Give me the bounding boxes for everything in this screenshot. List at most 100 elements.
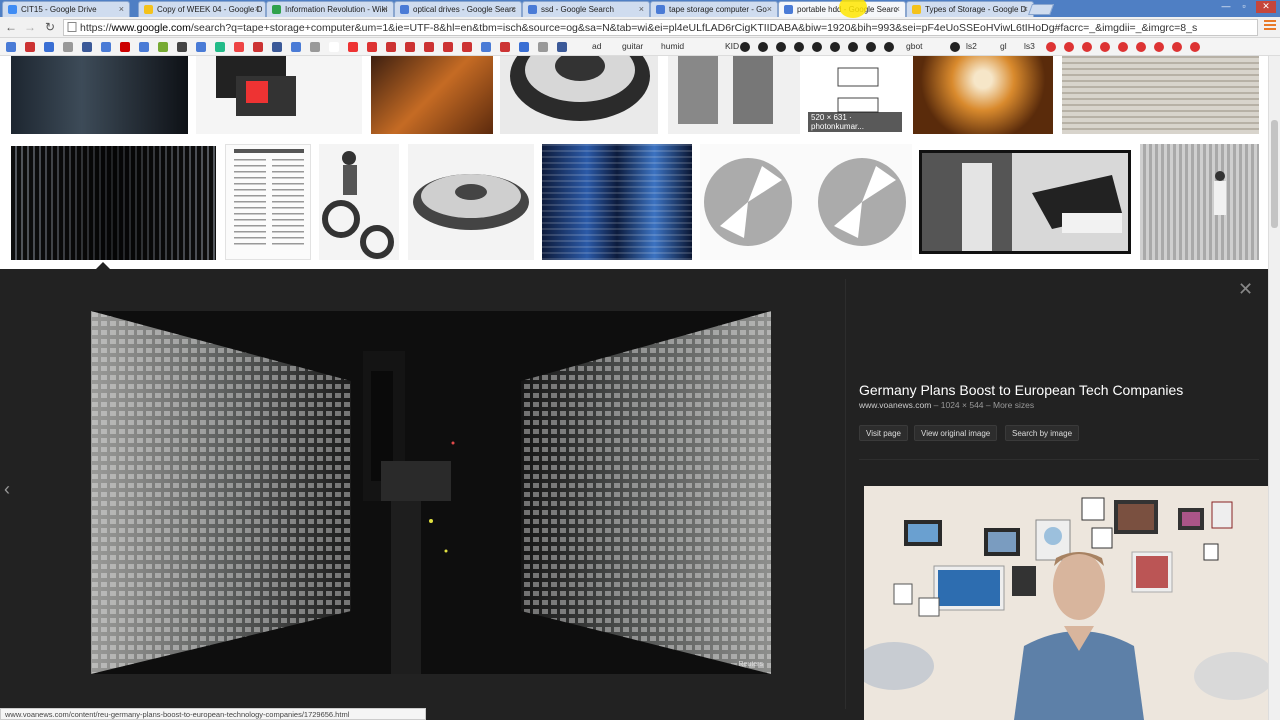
url-text[interactable]: https://www.google.com/search?q=tape+sto…: [80, 22, 1240, 34]
bookmark-favicon-icon[interactable]: [405, 42, 415, 52]
result-thumbnail[interactable]: [11, 56, 188, 134]
bookmark-favicon-icon[interactable]: [272, 42, 282, 52]
bookmark-favicon-icon[interactable]: [812, 42, 822, 52]
result-thumbnail[interactable]: [542, 144, 692, 260]
bookmark-favicon-icon[interactable]: [1136, 42, 1146, 52]
bookmark-favicon-icon[interactable]: [848, 42, 858, 52]
bookmark-favicon-icon[interactable]: [866, 42, 876, 52]
result-thumbnail[interactable]: [371, 56, 493, 134]
new-tab-button[interactable]: [1027, 4, 1055, 15]
preview-site[interactable]: www.voanews.com: [859, 400, 931, 410]
chevron-left-icon[interactable]: ‹: [4, 479, 10, 500]
scrollbar-thumb[interactable]: [1271, 120, 1278, 228]
menu-icon[interactable]: [1264, 20, 1276, 32]
back-arrow-icon[interactable]: ←: [3, 20, 19, 34]
bookmark-favicon-icon[interactable]: [386, 42, 396, 52]
tab-close-icon[interactable]: ×: [511, 4, 516, 14]
bookmark-favicon-icon[interactable]: [538, 42, 548, 52]
preview-title[interactable]: Germany Plans Boost to European Tech Com…: [859, 382, 1183, 398]
bookmark-favicon-icon[interactable]: [196, 42, 206, 52]
tab-close-icon[interactable]: ×: [255, 4, 260, 14]
bookmark-favicon-icon[interactable]: [776, 42, 786, 52]
bookmark-favicon-icon[interactable]: [740, 42, 750, 52]
bookmark-favicon-icon[interactable]: [6, 42, 16, 52]
bookmark-favicon-icon[interactable]: [291, 42, 301, 52]
bookmark-favicon-icon[interactable]: [139, 42, 149, 52]
result-thumbnail[interactable]: 520 × 631 · photonkumar...: [808, 56, 904, 134]
bookmark-favicon-icon[interactable]: [44, 42, 54, 52]
bookmark-favicon-icon[interactable]: [557, 42, 567, 52]
browser-tab[interactable]: tape storage computer - Go ×: [650, 1, 778, 17]
bookmark-favicon-icon[interactable]: [500, 42, 510, 52]
maximize-icon[interactable]: ▫: [1236, 1, 1252, 13]
search-by-image-button[interactable]: Search by image: [1005, 425, 1080, 441]
bookmark-gbot[interactable]: gbot: [906, 41, 923, 51]
bookmark-favicon-icon[interactable]: [794, 42, 804, 52]
bookmark-favicon-icon[interactable]: [177, 42, 187, 52]
tab-close-icon[interactable]: ×: [767, 4, 772, 14]
bookmark-favicon-icon[interactable]: [758, 42, 768, 52]
bookmark-favicon-icon[interactable]: [1154, 42, 1164, 52]
bookmark-favicon-icon[interactable]: [884, 42, 894, 52]
bookmark-favicon-icon[interactable]: [63, 42, 73, 52]
bookmark-favicon-icon[interactable]: [348, 42, 358, 52]
result-thumbnail[interactable]: [668, 56, 800, 134]
result-thumbnail[interactable]: [408, 144, 534, 260]
bookmark-favicon-icon[interactable]: [120, 42, 130, 52]
preview-image[interactable]: Reuters: [91, 311, 771, 674]
bookmark-favicon-icon[interactable]: [215, 42, 225, 52]
result-thumbnail[interactable]: [919, 150, 1131, 254]
bookmark-favicon-icon[interactable]: [519, 42, 529, 52]
tab-close-icon[interactable]: ×: [1023, 4, 1028, 14]
bookmark-gl[interactable]: gl: [1000, 41, 1007, 51]
bookmark-ls3[interactable]: ls3: [1024, 41, 1035, 51]
result-thumbnail[interactable]: [1140, 144, 1259, 260]
bookmark-guitar[interactable]: guitar: [622, 41, 643, 51]
bookmark-favicon-icon[interactable]: [1082, 42, 1092, 52]
bookmark-favicon-icon[interactable]: [310, 42, 320, 52]
bookmark-favicon-icon[interactable]: [82, 42, 92, 52]
result-thumbnail[interactable]: [319, 144, 399, 260]
bookmark-ad[interactable]: ad: [592, 41, 601, 51]
result-thumbnail[interactable]: [913, 56, 1053, 134]
visit-page-button[interactable]: Visit page: [859, 425, 908, 441]
browser-tab[interactable]: ssd - Google Search ×: [522, 1, 650, 17]
bookmark-favicon-icon[interactable]: [950, 42, 960, 52]
bookmark-favicon-icon[interactable]: [424, 42, 434, 52]
bookmark-favicon-icon[interactable]: [25, 42, 35, 52]
bookmark-favicon-icon[interactable]: [481, 42, 491, 52]
bookmark-favicon-icon[interactable]: [1190, 42, 1200, 52]
bookmark-kid[interactable]: KID: [725, 41, 739, 51]
more-sizes-link[interactable]: More sizes: [993, 400, 1034, 410]
bookmark-favicon-icon[interactable]: [1046, 42, 1056, 52]
minimize-icon[interactable]: —: [1218, 1, 1234, 13]
bookmark-ls2[interactable]: ls2: [966, 41, 977, 51]
bookmark-humid[interactable]: humid: [661, 41, 684, 51]
browser-tab[interactable]: CIT15 - Google Drive ×: [2, 1, 130, 17]
result-thumbnail[interactable]: [225, 144, 311, 260]
close-icon[interactable]: ✕: [1238, 279, 1253, 300]
bookmark-favicon-icon[interactable]: [367, 42, 377, 52]
forward-arrow-icon[interactable]: →: [22, 20, 38, 34]
bookmark-favicon-icon[interactable]: [1064, 42, 1074, 52]
result-thumbnail[interactable]: [700, 144, 912, 260]
bookmark-favicon-icon[interactable]: [1172, 42, 1182, 52]
result-thumbnail[interactable]: [11, 146, 216, 260]
bookmark-favicon-icon[interactable]: [101, 42, 111, 52]
close-window-icon[interactable]: ✕: [1256, 1, 1276, 13]
bookmark-favicon-icon[interactable]: [253, 42, 263, 52]
bookmark-favicon-icon[interactable]: [443, 42, 453, 52]
bookmark-favicon-icon[interactable]: [1118, 42, 1128, 52]
browser-tab[interactable]: Types of Storage - Google D ×: [906, 1, 1034, 17]
result-thumbnail[interactable]: [1062, 56, 1259, 134]
bookmark-favicon-icon[interactable]: [234, 42, 244, 52]
tab-close-icon[interactable]: ×: [383, 4, 388, 14]
result-thumbnail[interactable]: [196, 56, 362, 134]
view-original-button[interactable]: View original image: [914, 425, 998, 441]
tab-close-icon[interactable]: ×: [119, 4, 124, 14]
bookmark-favicon-icon[interactable]: [158, 42, 168, 52]
bookmark-favicon-icon[interactable]: [462, 42, 472, 52]
bookmark-favicon-icon[interactable]: [830, 42, 840, 52]
address-bar[interactable]: https://www.google.com/search?q=tape+sto…: [63, 19, 1258, 36]
bookmark-favicon-icon[interactable]: [1100, 42, 1110, 52]
